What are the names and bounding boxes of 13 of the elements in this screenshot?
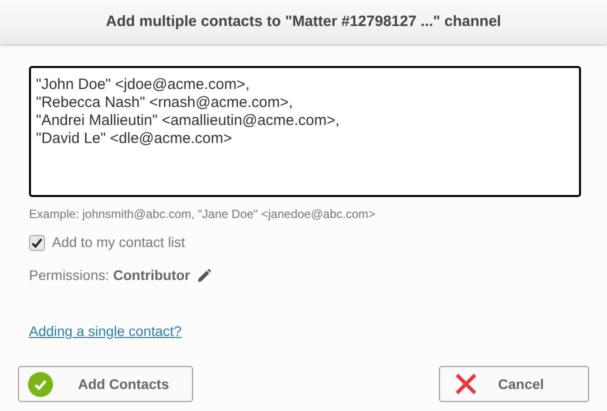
- single-contact-link[interactable]: Adding a single contact?: [29, 321, 182, 342]
- checkbox-label: Add to my contact list: [52, 233, 186, 252]
- pencil-icon[interactable]: [197, 268, 212, 282]
- cancel-button[interactable]: Cancel: [439, 366, 589, 402]
- check-icon: [28, 372, 53, 396]
- dialog-title: Add multiple contacts to "Matter #12798127 ..." channel: [106, 12, 502, 32]
- permissions-label: Permissions:: [29, 266, 110, 285]
- contact-list-checkbox[interactable]: [29, 234, 45, 250]
- contacts-field[interactable]: "John Doe" <jdoe@acme.com>, "Rebecca Nash" <rnash@acme.com>, "Andrei Mallieutin" <amallieutin@acme.com>, "David Le" <dle@acme.com>: [29, 66, 581, 197]
- permissions-value: Contributor: [113, 266, 190, 285]
- add-contacts-button[interactable]: Add Contacts: [18, 366, 193, 402]
- example-hint: Example: johnsmith@abc.com, "Jane Doe" <janedoe@abc.com>: [29, 206, 376, 223]
- close-icon: [454, 372, 478, 396]
